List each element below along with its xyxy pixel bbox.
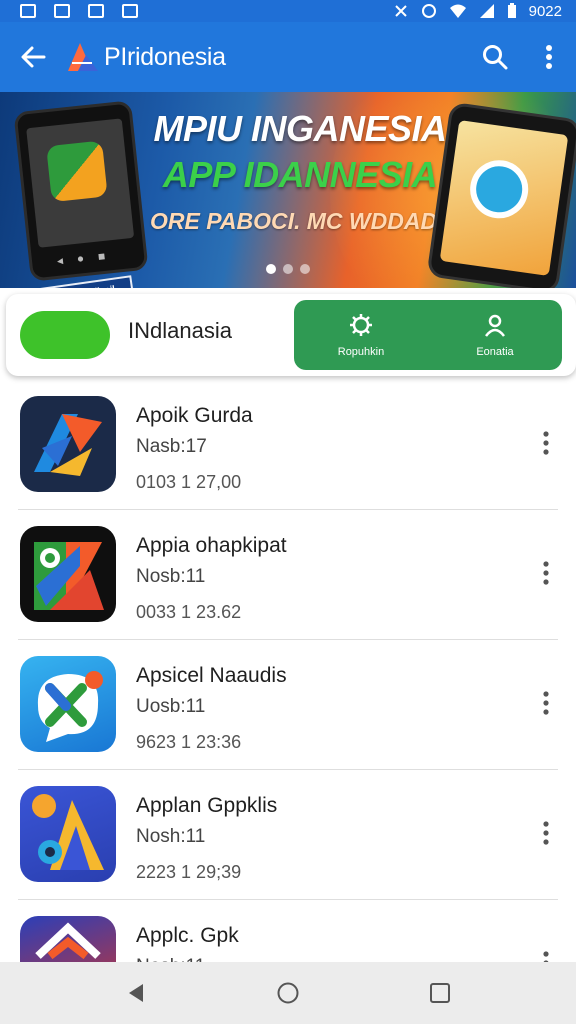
more-vert-icon <box>546 45 552 69</box>
app-name: Applan Gppklis <box>136 794 278 817</box>
back-button[interactable] <box>0 22 66 92</box>
app-icon <box>20 526 116 622</box>
app-meta: 0033 1 23.62 <box>136 602 242 622</box>
banner-tagline: ORE PABOCI. MC WDDADASIIN <box>150 208 499 234</box>
app-subtitle: Nosh:11 <box>136 826 206 847</box>
alarm-icon <box>421 4 436 18</box>
signal-icon <box>479 4 494 18</box>
play-triangle <box>62 323 82 347</box>
feature-action-button[interactable]: Eonatia <box>428 300 562 370</box>
feature-label: INdlanasia <box>128 318 232 343</box>
app-meta: 0103 1 27,00 <box>136 472 242 492</box>
recents-icon <box>430 983 450 1003</box>
app-icon-2 <box>34 542 104 610</box>
status-time: 9022 <box>528 2 562 20</box>
app-icon-1 <box>34 414 102 476</box>
list-item[interactable]: Appia ohapkipat Nosb:11 0033 1 23.62 <box>0 510 576 640</box>
home-icon <box>277 982 299 1004</box>
item-more-button[interactable] <box>534 428 558 458</box>
play-icon <box>20 311 110 359</box>
nav-back-button[interactable] <box>106 963 166 1023</box>
carousel-dot[interactable] <box>300 264 310 274</box>
app-subtitle: Nasb:17 <box>136 436 207 457</box>
feature-action-label: Ropuhkin <box>337 346 385 358</box>
feature-action-label: Eonatia <box>476 346 514 358</box>
app-subtitle: Uosb:11 <box>136 696 206 717</box>
banner-headline: MPIU INGANESIA <box>153 108 447 149</box>
app-title: PIridonesia <box>104 42 226 71</box>
carousel-dot[interactable] <box>283 264 293 274</box>
app-name: Apsicel Naaudis <box>136 664 287 687</box>
search-icon <box>483 45 508 70</box>
image-icon <box>54 4 70 18</box>
promo-banner[interactable]: ◂●■ Baukindudlasil Lonasanrnain MPIU ING… <box>0 92 576 288</box>
nav-recents-button[interactable] <box>410 963 470 1023</box>
item-more-button[interactable] <box>534 818 558 848</box>
list-item[interactable]: Apsicel Naaudis Uosb:11 9623 1 23:36 <box>0 640 576 770</box>
banner-phone-right <box>426 101 576 288</box>
app-icon <box>20 396 116 492</box>
banner-text: MPIU INGANESIA APP IDANNESIA ORE PABOCI.… <box>150 108 499 235</box>
arrow-back-icon <box>21 46 46 68</box>
app-meta: 2223 1 29;39 <box>136 862 242 882</box>
logo-icon <box>68 43 98 71</box>
app-name: Applc. Gpk <box>136 924 239 947</box>
feature-actions: Ropuhkin Eonatia <box>294 300 562 370</box>
app-name: Apoik Gurda <box>136 404 253 427</box>
app-list: Apoik Gurda Nasb:17 0103 1 27,00 Appia o… <box>0 380 576 1024</box>
download-icon <box>122 4 138 18</box>
phone-screen <box>26 118 135 248</box>
status-bar: 9022 <box>0 0 576 22</box>
more-vert-icon <box>543 691 549 715</box>
more-vert-icon <box>543 821 549 845</box>
home-icon <box>88 4 104 18</box>
phone-app-icon <box>46 140 108 203</box>
app-bar: PIridonesia <box>0 22 576 92</box>
item-more-button[interactable] <box>534 688 558 718</box>
app-name: Appia ohapkipat <box>136 534 287 557</box>
app-logo: PIridonesia <box>66 41 226 73</box>
system-nav-bar <box>0 962 576 1024</box>
item-more-button[interactable] <box>534 558 558 588</box>
more-vert-icon <box>543 431 549 455</box>
banner-subheadline: APP IDANNESIA <box>162 154 438 195</box>
more-vert-icon <box>543 561 549 585</box>
nav-home-button[interactable] <box>258 963 318 1023</box>
wifi-icon <box>449 4 466 18</box>
app-bar-actions <box>468 22 576 92</box>
app-subtitle: Nosb:11 <box>136 566 206 587</box>
gear-icon <box>350 314 372 336</box>
list-item[interactable]: Applan Gppklis Nosh:11 2223 1 29;39 <box>0 770 576 900</box>
notification-icon <box>20 4 36 18</box>
app-icon-3 <box>37 671 103 742</box>
banner-phone-left: ◂●■ <box>13 100 149 282</box>
vibrate-icon <box>394 5 407 17</box>
search-button[interactable] <box>468 22 522 92</box>
app-meta: 9623 1 23:36 <box>136 732 242 752</box>
battery-icon <box>507 3 516 18</box>
list-item[interactable]: Apoik Gurda Nasb:17 0103 1 27,00 <box>0 380 576 510</box>
feature-action-button[interactable]: Ropuhkin <box>294 300 428 370</box>
carousel-dot[interactable] <box>266 264 276 274</box>
app-icon <box>20 786 116 882</box>
app-icon-4 <box>32 794 104 870</box>
status-right-icons: 9022 <box>393 3 562 19</box>
person-icon <box>485 314 505 337</box>
overflow-menu-button[interactable] <box>522 22 576 92</box>
carousel-dots <box>0 264 576 274</box>
status-left-icons <box>20 4 138 18</box>
app-icon <box>20 656 116 752</box>
feature-card: INdlanasia Ropuhkin Eonatia <box>6 294 576 376</box>
back-icon <box>129 984 143 1002</box>
